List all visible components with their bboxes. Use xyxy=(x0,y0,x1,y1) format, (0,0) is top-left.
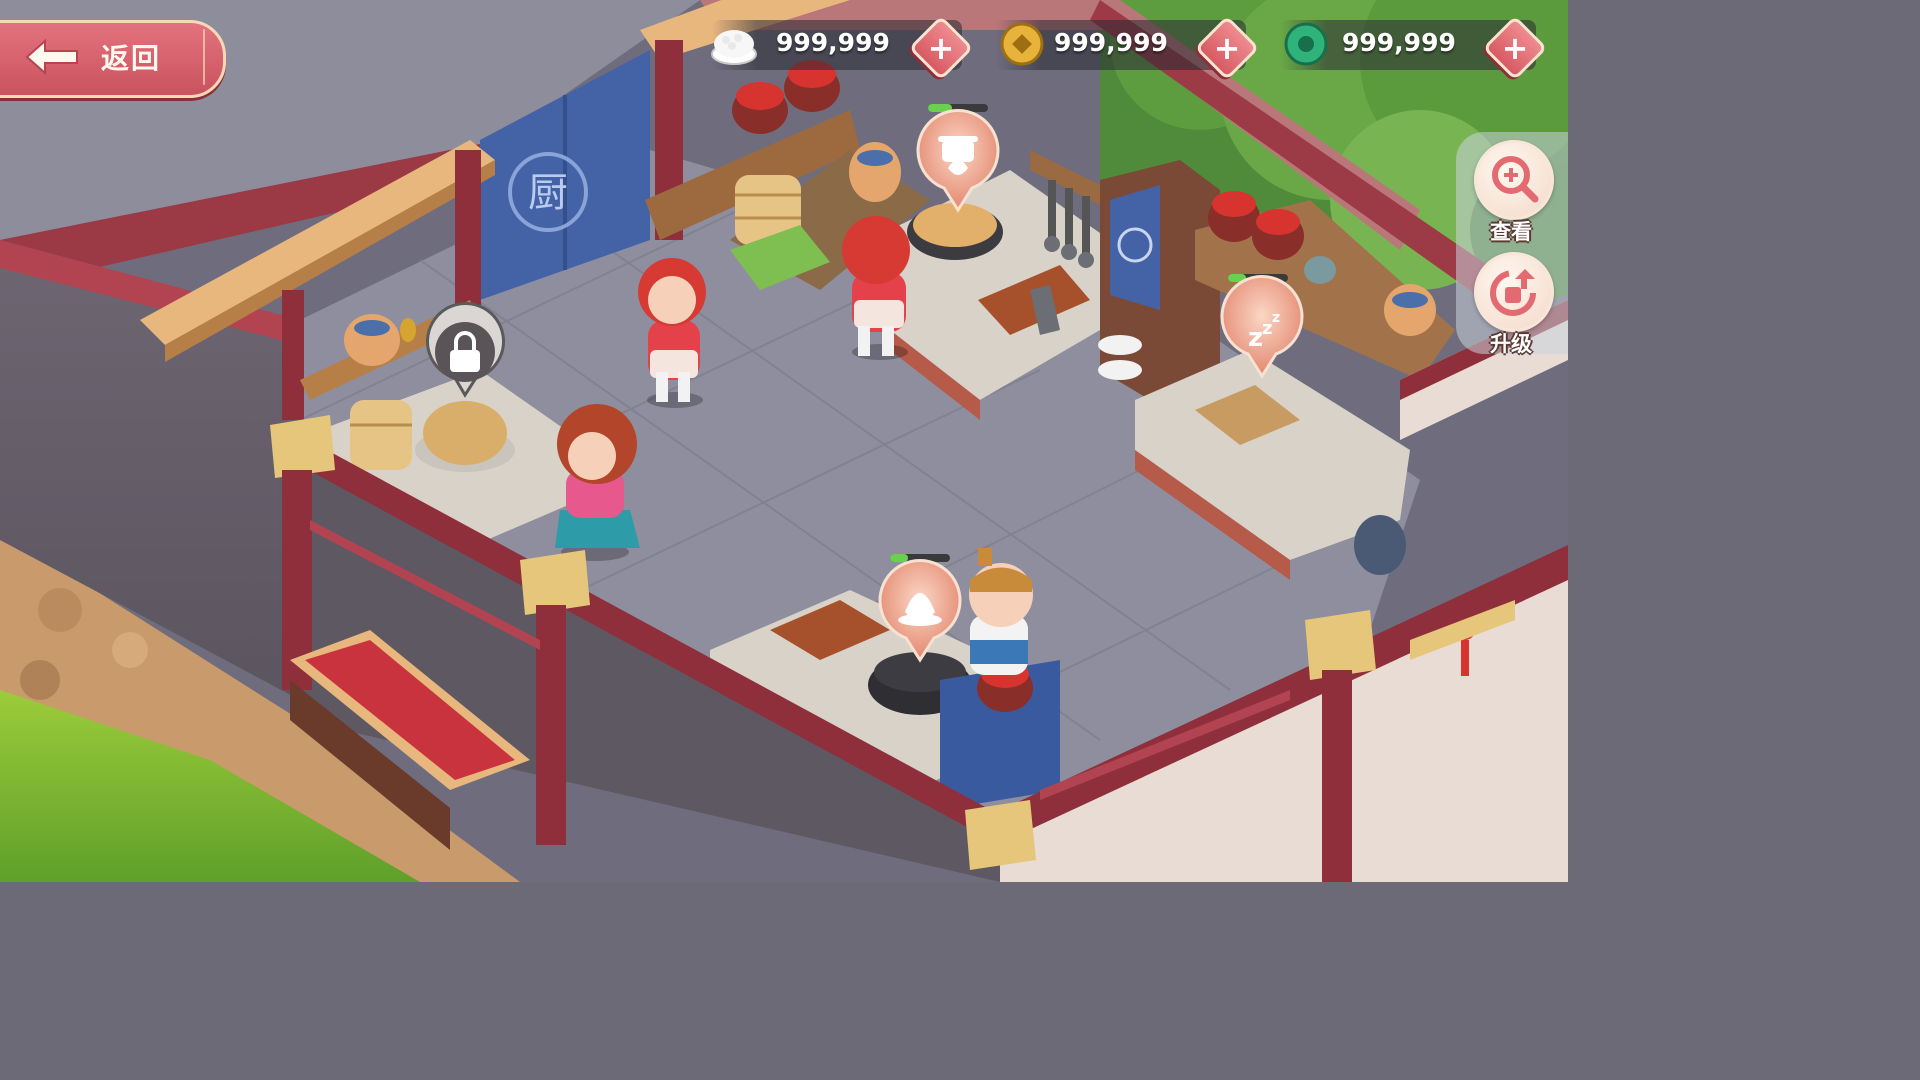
side-menu: 查看 升级 xyxy=(1456,132,1568,356)
jade-icon xyxy=(1280,16,1336,76)
rice-icon xyxy=(706,16,762,76)
jade-amount: 999,999 xyxy=(1342,28,1456,57)
svg-text:z: z xyxy=(1248,323,1263,353)
view-button[interactable]: 查看 xyxy=(1466,140,1556,244)
back-button-label: 返回 xyxy=(101,42,162,75)
svg-text:z: z xyxy=(1262,318,1272,339)
svg-text:z: z xyxy=(1272,310,1280,326)
upgrade-label: 升级 xyxy=(1490,332,1532,356)
kitchen-scene: 厨 z z z xyxy=(0,0,1568,882)
rice-amount: 999,999 xyxy=(776,28,890,57)
svg-text:厨: 厨 xyxy=(528,170,568,216)
back-arrow-icon xyxy=(23,37,83,81)
back-button[interactable]: 返回 xyxy=(0,20,226,98)
upgrade-button[interactable]: 升级 xyxy=(1466,252,1556,356)
coin-amount: 999,999 xyxy=(1054,28,1168,57)
view-label: 查看 xyxy=(1490,220,1532,244)
coin-icon xyxy=(996,16,1052,76)
magnifier-icon xyxy=(1492,156,1539,203)
upgrade-icon xyxy=(1490,269,1536,316)
